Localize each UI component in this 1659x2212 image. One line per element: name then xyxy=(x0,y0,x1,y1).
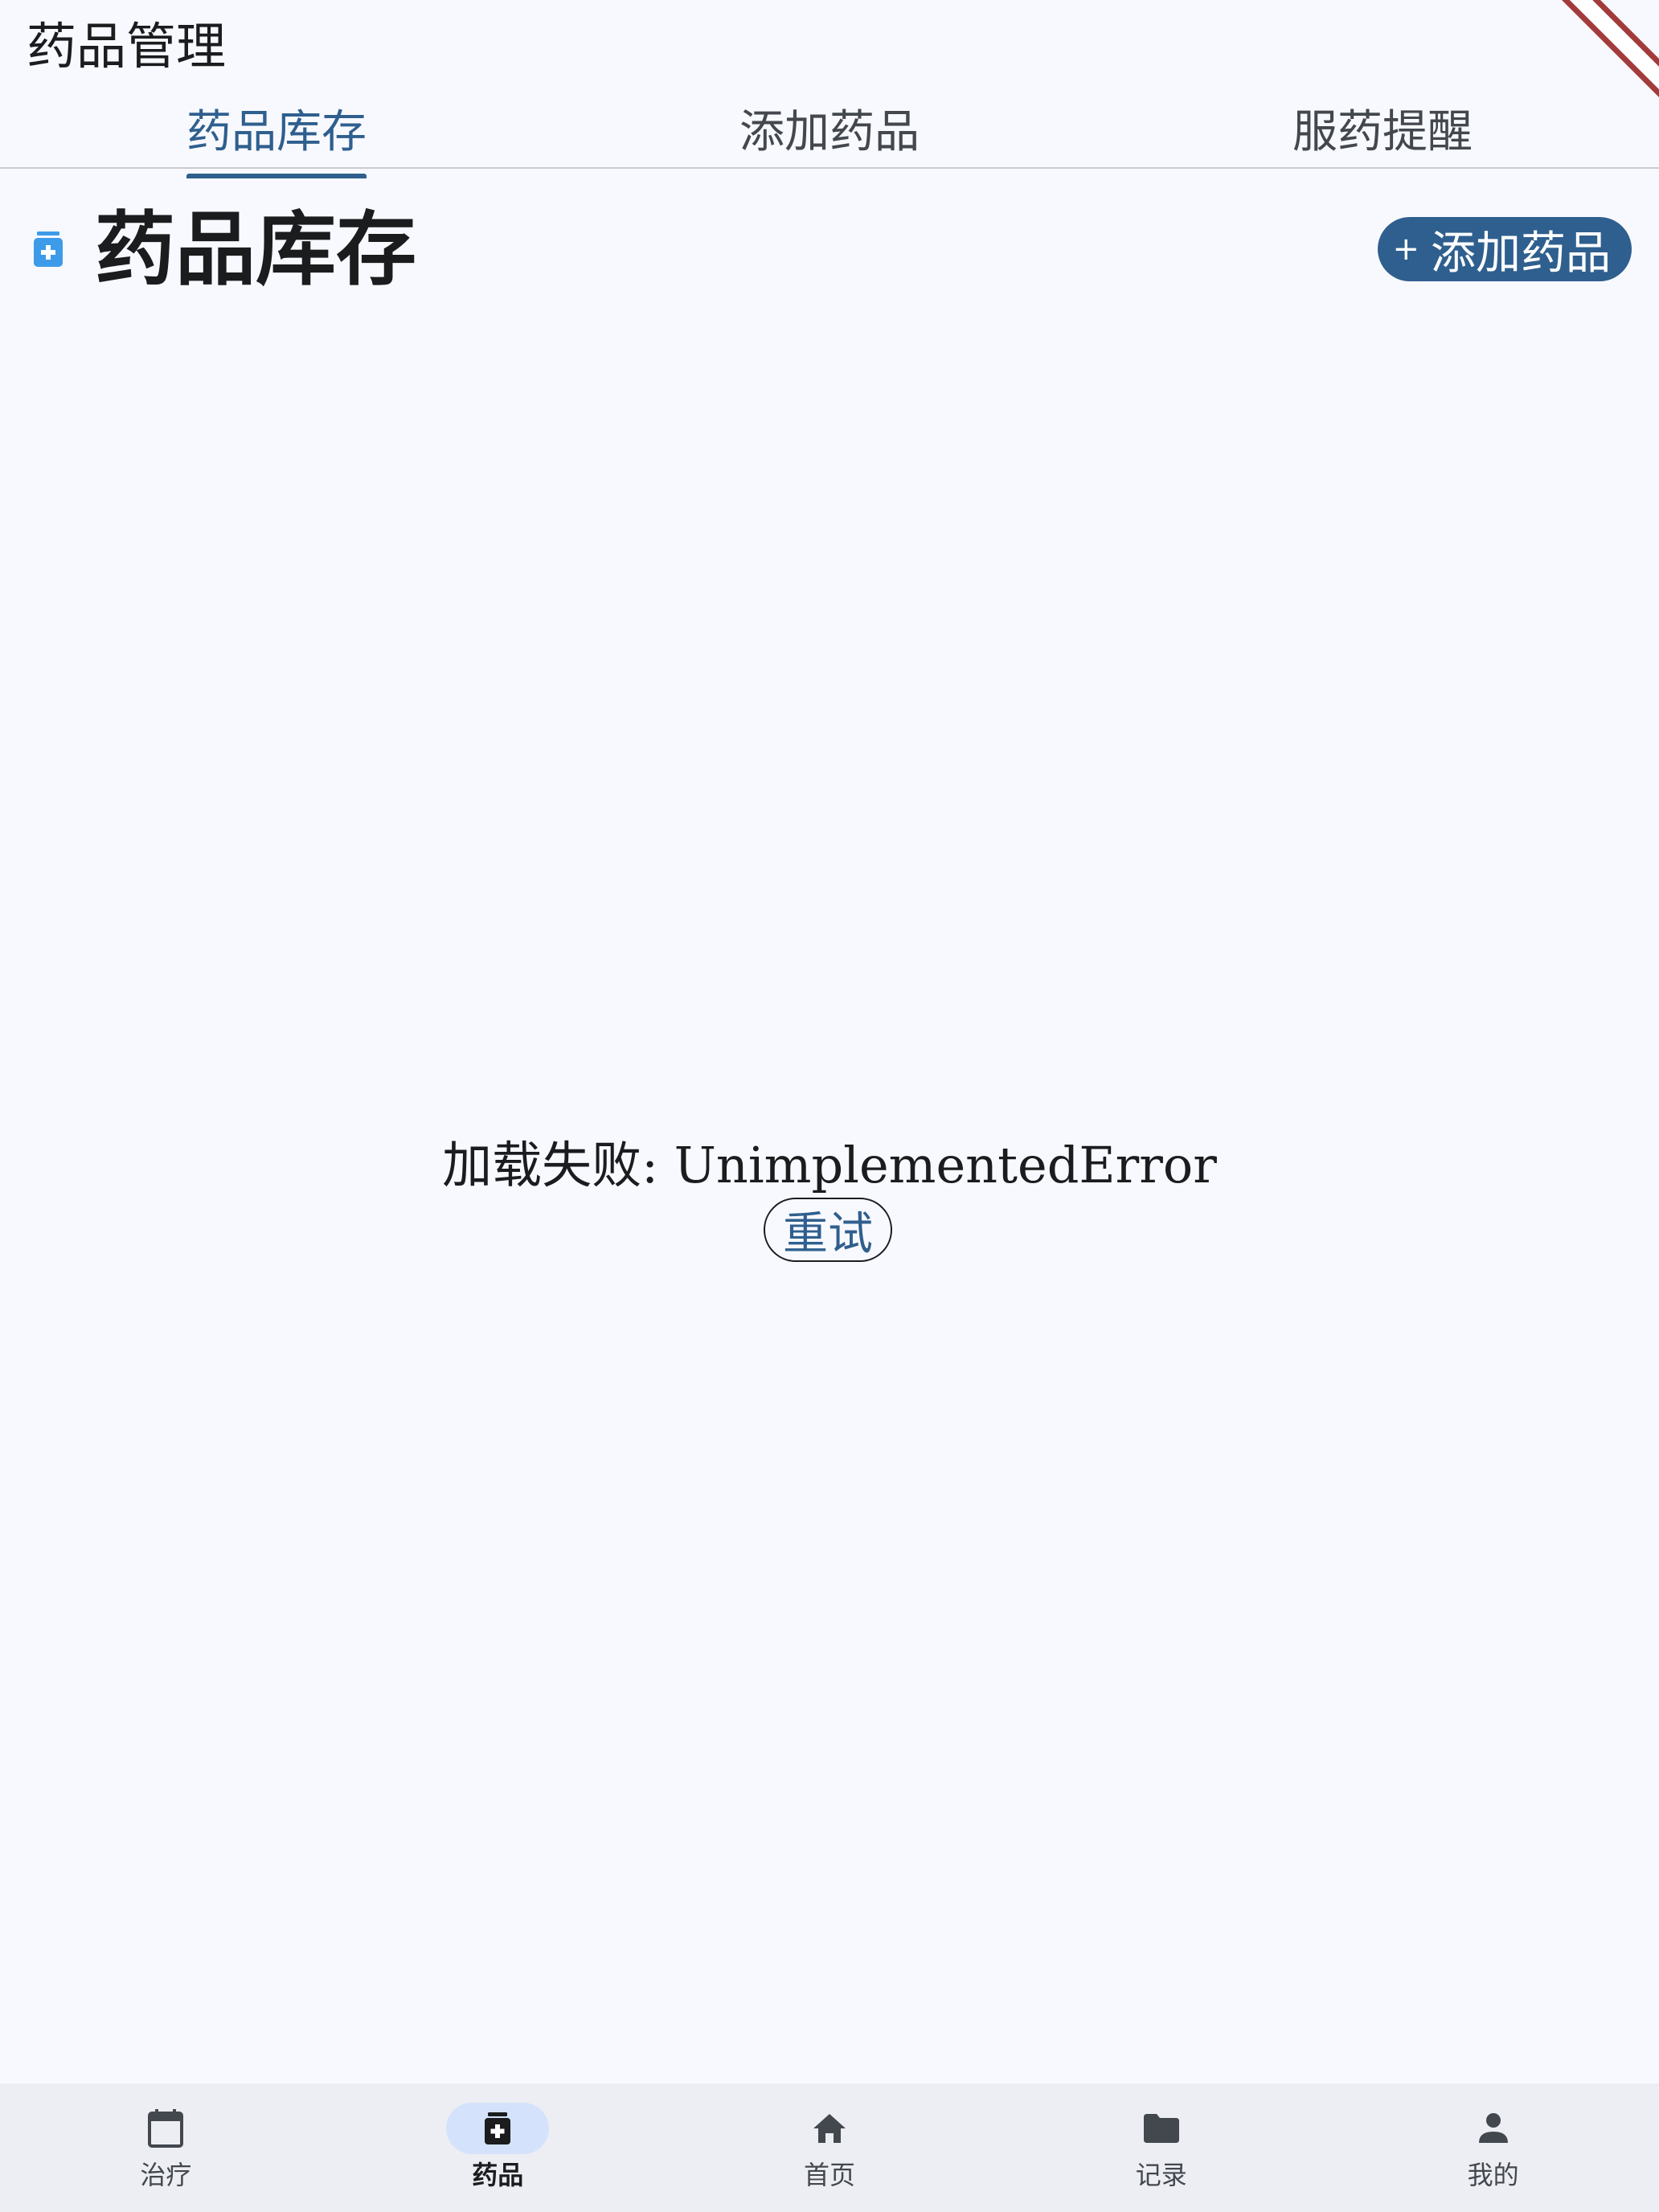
tab-label: 药品库存 xyxy=(186,96,367,178)
section-header: 药品库存 + 添加药品 xyxy=(32,201,1632,297)
nav-label: 治疗 xyxy=(140,2160,192,2190)
retry-button-label: 重试 xyxy=(783,1207,873,1260)
add-medicine-button-label: 添加药品 xyxy=(1431,227,1611,280)
tab-label: 服药提醒 xyxy=(1292,105,1473,158)
error-message: 加载失败: UnimplementedError xyxy=(442,1136,1217,1194)
nav-label: 我的 xyxy=(1467,2160,1519,2190)
retry-button[interactable]: 重试 xyxy=(764,1198,892,1262)
folder-icon xyxy=(1143,2114,1179,2143)
app-bar-title: 药品管理 xyxy=(27,17,227,76)
nav-icon-container xyxy=(778,2103,881,2154)
nav-icon-container xyxy=(446,2103,550,2154)
nav-icon-container xyxy=(114,2103,217,2154)
medication-icon xyxy=(485,2112,511,2144)
tab-inventory[interactable]: 药品库存 xyxy=(0,88,553,178)
tab-medication-reminder[interactable]: 服药提醒 xyxy=(1106,88,1659,167)
nav-label: 记录 xyxy=(1135,2160,1187,2190)
person-icon xyxy=(1478,2113,1508,2143)
nav-item-records[interactable]: 记录 xyxy=(995,2083,1327,2212)
nav-item-profile[interactable]: 我的 xyxy=(1327,2083,1659,2212)
nav-item-home[interactable]: 首页 xyxy=(664,2083,996,2212)
section-title: 药品库存 xyxy=(95,202,416,297)
bottom-navigation-bar: 治疗 药品 首页 记录 我的 xyxy=(0,2083,1659,2212)
nav-label: 药品 xyxy=(472,2160,524,2190)
home-icon xyxy=(813,2114,846,2143)
calendar-icon xyxy=(148,2109,184,2148)
tab-label: 添加药品 xyxy=(739,105,920,158)
app-screen: 药品管理 药品库存 添加药品 服药提醒 药品库存 + 添加药品 加载失败: Un… xyxy=(0,0,1659,2212)
nav-icon-container xyxy=(1110,2103,1213,2154)
plus-icon: + xyxy=(1392,231,1419,268)
nav-item-treatment[interactable]: 治疗 xyxy=(0,2083,332,2212)
nav-item-medicine[interactable]: 药品 xyxy=(332,2083,664,2212)
tab-add-medicine[interactable]: 添加药品 xyxy=(553,88,1106,167)
medication-icon xyxy=(32,230,64,268)
nav-icon-container xyxy=(1442,2103,1545,2154)
tab-bar: 药品库存 添加药品 服药提醒 xyxy=(0,88,1659,178)
nav-label: 首页 xyxy=(803,2160,855,2190)
add-medicine-button[interactable]: + 添加药品 xyxy=(1378,217,1632,281)
